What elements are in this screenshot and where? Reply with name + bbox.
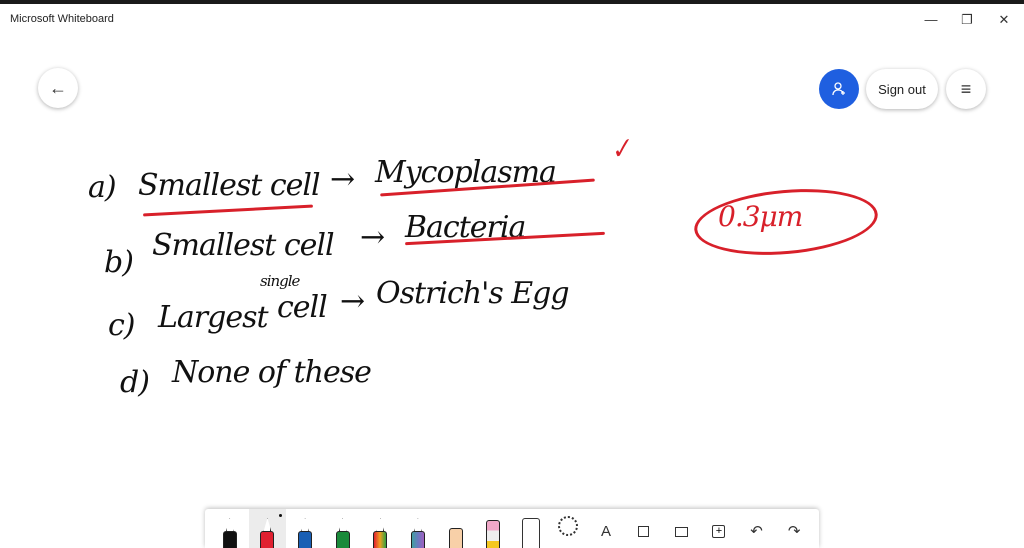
- tool-green-pen[interactable]: [324, 509, 362, 548]
- tool-sticky-note[interactable]: [625, 509, 663, 548]
- tool-highlighter[interactable]: [437, 509, 475, 548]
- ink-text-d: None of these: [172, 355, 372, 390]
- menu-button[interactable]: ≡: [946, 69, 986, 109]
- back-arrow-icon: ←: [49, 77, 67, 98]
- account-button[interactable]: [819, 69, 859, 109]
- redo-icon: ↷: [787, 523, 801, 540]
- restore-button[interactable]: ❐: [952, 8, 982, 32]
- text-icon: A: [601, 523, 612, 540]
- ink-label-c: c): [108, 308, 135, 343]
- tool-black-pen[interactable]: [211, 509, 249, 548]
- ink-text-c: Largest: [158, 300, 269, 335]
- tool-blue-pen[interactable]: [286, 509, 324, 548]
- image-icon: [674, 527, 688, 537]
- ink-label-d: d): [120, 365, 150, 400]
- redo-button[interactable]: ↷: [775, 509, 813, 548]
- ink-text-b: Smallest cell: [152, 228, 335, 263]
- ink-annotation-c: single: [260, 272, 300, 290]
- minimize-button[interactable]: —: [916, 8, 946, 32]
- ink-arrow-b: →: [360, 220, 385, 255]
- ink-text2-c: cell: [277, 290, 328, 325]
- tool-eraser[interactable]: [474, 509, 512, 548]
- ink-label-a: a): [88, 170, 117, 205]
- undo-button[interactable]: ↶: [738, 509, 776, 548]
- close-button[interactable]: ✕: [989, 8, 1019, 32]
- tool-add[interactable]: +: [700, 509, 738, 548]
- size-note: 0.3μm: [718, 200, 803, 233]
- tool-rainbow-pen[interactable]: [362, 509, 400, 548]
- app-title: Microsoft Whiteboard: [10, 13, 114, 25]
- inking-toolbar: A + ↶ ↷: [205, 509, 819, 548]
- tool-text[interactable]: A: [587, 509, 625, 548]
- ink-arrow-c: →: [340, 284, 365, 319]
- tool-red-pen[interactable]: [248, 509, 287, 548]
- title-bar: Microsoft Whiteboard — ❐ ✕: [0, 0, 1024, 34]
- back-button[interactable]: ←: [38, 68, 78, 108]
- hamburger-icon: ≡: [960, 78, 972, 99]
- tool-galaxy-pen[interactable]: [399, 509, 437, 548]
- undo-icon: ↶: [750, 523, 763, 540]
- sticky-note-icon: [638, 526, 650, 537]
- lasso-icon: [558, 516, 579, 536]
- sign-out-button[interactable]: Sign out: [866, 69, 938, 109]
- ruler-icon: [521, 518, 540, 548]
- tool-ruler[interactable]: [512, 509, 550, 548]
- ink-arrow-a: →: [330, 162, 355, 197]
- tool-image[interactable]: [663, 509, 701, 548]
- ink-text-a: Smallest cell: [138, 168, 321, 203]
- ink-label-b: b): [104, 245, 134, 280]
- person-add-icon: [832, 82, 845, 96]
- plus-box-icon: +: [712, 525, 726, 538]
- check-mark-icon: ✓: [606, 132, 635, 168]
- ink-answer-c: Ostrich's Egg: [376, 276, 570, 311]
- tool-lasso[interactable]: [550, 509, 588, 548]
